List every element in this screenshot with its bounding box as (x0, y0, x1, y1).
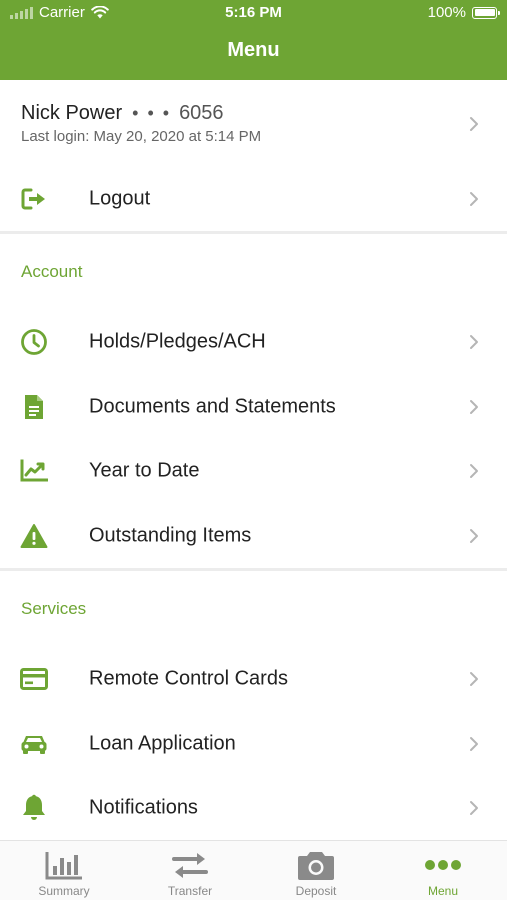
chevron-right-icon (470, 192, 478, 206)
status-bar: Carrier 5:16 PM 100% (0, 0, 507, 28)
section-title-services: Services (21, 599, 87, 618)
menu-item-outstanding[interactable]: Outstanding Items (0, 504, 507, 568)
tab-label: Summary (38, 884, 90, 898)
menu-item-label: Year to Date (89, 459, 200, 482)
tab-bar: Summary Transfer Deposit Menu (0, 840, 507, 900)
chevron-right-icon (470, 529, 478, 543)
menu-item-remote-cards[interactable]: Remote Control Cards (0, 647, 507, 711)
tab-label: Menu (427, 884, 459, 898)
logout-row[interactable]: Logout (0, 168, 507, 230)
document-icon (20, 393, 48, 421)
status-right: 100% (427, 4, 500, 21)
chevron-right-icon (470, 737, 478, 751)
tab-label: Deposit (295, 884, 337, 898)
bar-chart-icon (44, 849, 84, 881)
car-icon (20, 730, 48, 758)
more-icon (423, 849, 463, 881)
battery-icon (472, 6, 500, 19)
chevron-right-icon (470, 801, 478, 815)
menu-item-documents[interactable]: Documents and Statements (0, 375, 507, 439)
chevron-right-icon (470, 672, 478, 686)
section-divider (0, 231, 507, 234)
chevron-right-icon (470, 335, 478, 349)
profile-name-line: Nick Power • • • 6056 (21, 102, 224, 125)
tab-transfer[interactable]: Transfer (127, 841, 253, 900)
chevron-right-icon (470, 117, 478, 131)
camera-icon (296, 849, 336, 881)
app-header: Carrier 5:16 PM 100% Menu (0, 0, 507, 80)
bell-icon (20, 794, 48, 822)
section-title-account: Account (21, 262, 83, 281)
warning-icon (20, 522, 48, 550)
menu-item-label: Remote Control Cards (89, 667, 288, 690)
menu-item-label: Holds/Pledges/ACH (89, 330, 266, 353)
menu-item-loan-application[interactable]: Loan Application (0, 712, 507, 776)
tab-menu[interactable]: Menu (380, 841, 506, 900)
last-login: Last login: May 20, 2020 at 5:14 PM (21, 128, 262, 145)
account-suffix: 6056 (179, 102, 224, 124)
card-icon (20, 665, 48, 693)
logout-label: Logout (89, 187, 151, 210)
battery-percent: 100% (427, 4, 466, 21)
clock-icon (20, 328, 48, 356)
section-divider (0, 568, 507, 571)
tab-deposit[interactable]: Deposit (253, 841, 379, 900)
account-mask: • • • (132, 103, 172, 123)
user-name: Nick Power (21, 102, 123, 124)
chevron-right-icon (470, 400, 478, 414)
menu-item-label: Notifications (89, 796, 198, 819)
menu-item-holds[interactable]: Holds/Pledges/ACH (0, 310, 507, 374)
page-title: Menu (227, 39, 280, 61)
menu-item-label: Outstanding Items (89, 524, 252, 547)
chevron-right-icon (470, 464, 478, 478)
tab-label: Transfer (167, 884, 213, 898)
menu-item-label: Loan Application (89, 732, 236, 755)
menu-item-notifications[interactable]: Notifications (0, 776, 507, 840)
tab-summary[interactable]: Summary (1, 841, 127, 900)
chart-icon (20, 457, 48, 485)
profile-row[interactable]: Nick Power • • • 6056 Last login: May 20, … (0, 88, 507, 160)
menu-item-year-to-date[interactable]: Year to Date (0, 439, 507, 503)
logout-icon (20, 185, 48, 213)
menu-item-label: Documents and Statements (89, 395, 336, 418)
transfer-icon (170, 849, 210, 881)
